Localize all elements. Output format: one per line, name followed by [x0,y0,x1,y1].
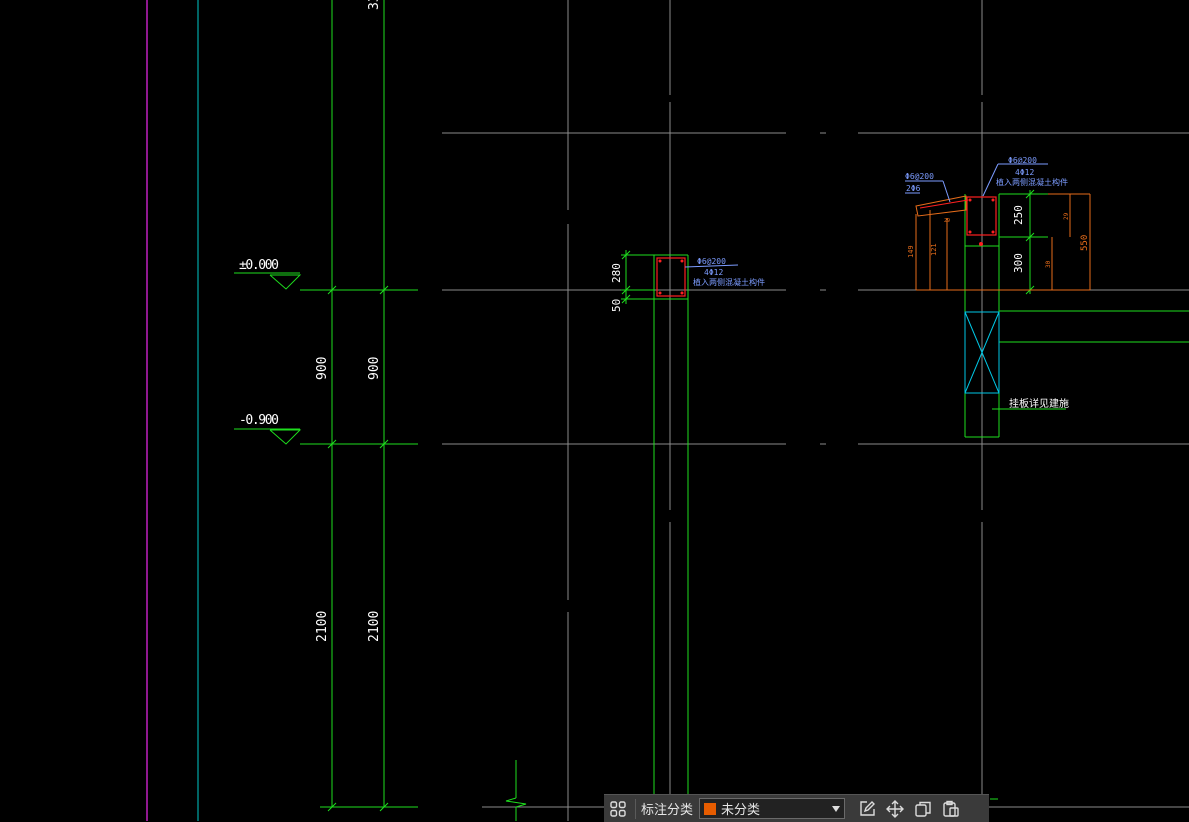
cad-canvas[interactable]: ±0.000 -0.900 330 900 900 2100 2100 280 … [0,0,1189,821]
dim-text-small-1: 29 [1063,212,1070,220]
stirrup-label-b-right: Φ6@200 [1008,156,1037,165]
elevation-marker-mid [269,429,302,445]
stirrup-label-b-left: Φ6@200 [905,172,934,181]
dim-text-149: 149 [907,245,915,258]
stirrup-label-a: Φ6@200 [697,257,726,266]
dim-text-900-b: 900 [367,357,382,380]
category-label: 标注分类 [641,802,694,817]
bars-label-b-right: 4Φ12 [1015,168,1034,177]
dim-text-280: 280 [610,263,623,283]
copy-icon[interactable] [909,795,937,822]
category-dropdown[interactable]: 未分类 [699,798,846,819]
dim-text-900-a: 900 [315,357,330,380]
callout-label-b: 挂板详见建施 [1009,397,1069,410]
chevron-down-icon [832,805,841,812]
dim-text-250: 250 [1012,205,1025,225]
dim-text-330: 330 [367,0,382,10]
dim-text-small-2: 29 [944,218,950,224]
dim-text-slab: 30 [1045,260,1052,268]
dim-text-2100-b: 2100 [367,611,382,642]
left-dimension-lines [234,0,527,821]
dim-text-2100-a: 2100 [315,611,330,642]
dim-text-550: 550 [1080,235,1090,251]
dim-text-300: 300 [1012,253,1025,273]
bars-label-a: 4Φ12 [704,268,723,277]
toolbar-divider [635,798,636,819]
column-section-a [621,250,689,821]
annotation-toolbar: 标注分类 未分类 [604,794,989,822]
bars-label-b-left: 2Φ6 [906,184,921,193]
grid-lines [442,0,1189,821]
grid-icon[interactable] [604,795,632,822]
elevation-marker-top [269,274,302,290]
elevation-label-top: ±0.000 [239,258,279,273]
category-value: 未分类 [721,802,761,817]
category-color-swatch [704,802,717,815]
move-icon[interactable] [881,795,909,822]
rebar-dots-a [658,259,684,295]
note-label-a: 植入两侧混凝土构件 [693,277,765,287]
note-label-b: 植入两侧混凝土构件 [996,177,1068,187]
orange-dimensions-b [915,193,1091,291]
paste-icon[interactable] [937,795,965,822]
edit-icon[interactable] [853,795,881,822]
elevation-label-mid: -0.900 [239,413,279,428]
dim-text-121: 121 [930,243,938,256]
dim-text-50: 50 [610,299,623,312]
